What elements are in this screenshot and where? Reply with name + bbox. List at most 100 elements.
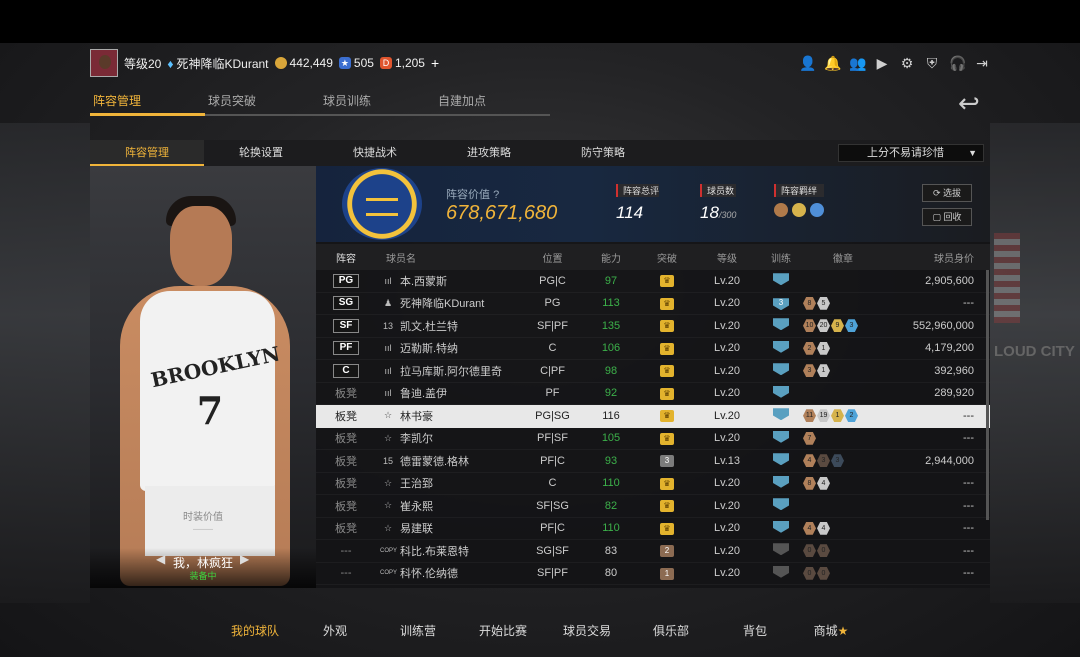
subtab-quick-tactics[interactable]: 快捷战术	[318, 140, 432, 166]
nav-my-team[interactable]: 我的球队	[215, 622, 295, 644]
player-name-cell: ☆ 易建联	[376, 520, 522, 536]
player-value: ---	[963, 297, 974, 310]
nav-training-camp[interactable]: 训练营	[375, 622, 461, 644]
player-position: C	[548, 342, 557, 355]
table-row[interactable]: 板凳 ☆ 林书豪 PG|SG 116 ♛ Lv.20 11 19 1 2 ---	[316, 405, 990, 428]
badge-icon: 3	[817, 454, 830, 468]
player-value: 289,920	[934, 387, 974, 400]
player-name-cell: COPY 科怀.伦纳德	[376, 565, 522, 581]
table-row[interactable]: PG ııl 本.西蒙斯 PG|C 97 ♛ Lv.20 2,905,600	[316, 270, 990, 293]
subtab-defense[interactable]: 防守策略	[546, 140, 660, 166]
subtab-rotation[interactable]: 轮换设置	[204, 140, 318, 166]
breakthrough-level: 1	[660, 567, 674, 580]
bench-label: 板凳	[335, 410, 357, 423]
nav-backpack[interactable]: 背包	[713, 622, 797, 644]
player-value: ---	[963, 544, 974, 557]
player-value: 2,905,600	[925, 274, 974, 287]
lineup-slot: C	[316, 363, 376, 378]
next-outfit-arrow-icon[interactable]: ▶	[240, 552, 249, 566]
breakthrough-cell: 1	[639, 567, 695, 580]
tab-training[interactable]: 球员训练	[320, 92, 435, 116]
breakthrough-cell: ♛	[639, 409, 695, 423]
table-row[interactable]: --- COPY 科怀.伦纳德 SF|PF 80 1 Lv.20 0 0 ---	[316, 563, 990, 585]
breakthrough-cell: ♛	[639, 274, 695, 288]
add-currency-button[interactable]: +	[431, 55, 439, 71]
table-row[interactable]: SF 13 凯文.杜兰特 SF|PF 135 ♛ Lv.20 10 20 9 3 552,960,00…	[316, 315, 990, 338]
table-row[interactable]: 板凳 ☆ 易建联 PF|C 110 ♛ Lv.20 4 4 ---	[316, 518, 990, 540]
badge-icon: 0	[817, 566, 830, 580]
badge-icon: 3	[845, 319, 858, 333]
table-scrollbar[interactable]	[986, 270, 989, 520]
bell-icon[interactable]: 🔔	[824, 55, 841, 71]
player-position: PG	[544, 297, 561, 310]
nav-club[interactable]: 俱乐部	[629, 622, 713, 644]
table-row[interactable]: --- COPY 科比.布莱恩特 SG|SF 83 2 Lv.20 0 0 ---	[316, 540, 990, 563]
lineup-slot: 板凳	[316, 498, 376, 514]
table-row[interactable]: 板凳 ☆ 李凯尔 PF|SF 105 ♛ Lv.20 7 ---	[316, 428, 990, 450]
training-cell	[759, 318, 803, 333]
tab-lineup[interactable]: 阵容管理	[90, 92, 205, 116]
lineup-rating: 阵容总评 114	[616, 184, 660, 223]
tab-custom-points[interactable]: 自建加点	[435, 92, 550, 116]
table-row[interactable]: PF ııl 迈勒斯.特纳 C 106 ♛ Lv.20 2 1 4,179,200	[316, 338, 990, 360]
bench-label: ---	[340, 567, 352, 580]
lineup-bond-label: 阵容羁绊	[774, 184, 824, 197]
avatar[interactable]	[90, 49, 118, 77]
col-ability: 能力	[601, 253, 621, 265]
player-level: Lv.20	[713, 522, 741, 535]
lineup-summary: 阵容价值 ? 678,671,680 阵容总评 114 球员数 18/300 阵…	[316, 166, 990, 242]
shield-icon[interactable]: ⛨	[924, 55, 940, 71]
table-row[interactable]: 板凳 ııl 鲁迪.盖伊 PF 92 ♛ Lv.20 289,920	[316, 383, 990, 405]
table-row[interactable]: 板凳 ☆ 崔永熙 SF|SG 82 ♛ Lv.20 ---	[316, 495, 990, 518]
training-cell	[759, 430, 803, 446]
player-level: Lv.13	[713, 454, 741, 467]
breakthrough-level: 2	[660, 545, 674, 558]
help-icon[interactable]: ?	[493, 189, 499, 201]
video-icon[interactable]: ▶	[874, 55, 890, 71]
lineup-slot: 板凳	[316, 385, 376, 401]
table-header: 阵容 球员名 位置 能力 突破 等级 训练 徽章 球员身价	[316, 244, 990, 270]
badge-icon: 5	[817, 296, 830, 310]
player-value: ---	[963, 499, 974, 512]
player-name: 凯文.杜兰特	[400, 320, 459, 333]
nav-start-game[interactable]: 开始比赛	[461, 622, 545, 644]
recycle-button[interactable]: ▢ 回收	[922, 208, 972, 226]
gear-icon[interactable]: ⚙	[899, 55, 915, 71]
player-count: 球员数 18/300	[700, 184, 737, 223]
table-row[interactable]: SG ♟ 死神降临KDurant PG 113 ♛ Lv.20 3 8 5 ---	[316, 293, 990, 315]
nav-appearance[interactable]: 外观	[295, 622, 375, 644]
friends-icon[interactable]: 👥	[849, 55, 866, 71]
table-row[interactable]: Cııl 拉马库斯.阿尔德里奇 C|PF 98 ♛ Lv.20 3 1 392,960	[316, 360, 990, 383]
training-shield-icon	[773, 520, 789, 533]
player-value: ---	[963, 477, 974, 490]
back-arrow-icon[interactable]: ↩	[958, 88, 980, 119]
headset-icon[interactable]: 🎧	[949, 55, 966, 71]
col-breakthrough: 突破	[657, 253, 677, 265]
table-row[interactable]: 板凳 ☆ 王治郅 C 110 ♛ Lv.20 8 4 ---	[316, 473, 990, 495]
player-ability: 110	[602, 522, 620, 535]
nav-player-trade[interactable]: 球员交易	[545, 622, 629, 644]
profile-icon[interactable]: 👤	[799, 55, 816, 71]
nav-store[interactable]: 商城★	[797, 622, 865, 644]
lineup-rating-value: 114	[616, 203, 644, 222]
player-level: Lv.20	[713, 274, 741, 287]
bond-icons[interactable]	[774, 203, 824, 217]
badges-cell: 11 19 1 2	[803, 409, 883, 423]
exit-icon[interactable]: ⇥	[974, 55, 990, 71]
table-row[interactable]: 板凳 15 德雷蒙德.格林 PF|C 93 3 Lv.13 4 3 3 2,944,000	[316, 450, 990, 473]
subtab-lineup[interactable]: 阵容管理	[90, 140, 204, 166]
position-badge: SG	[333, 296, 359, 311]
training-cell	[759, 475, 803, 491]
tab-breakthrough[interactable]: 球员突破	[205, 92, 320, 116]
training-cell	[759, 273, 803, 288]
player-position: C|PF	[540, 364, 565, 377]
crown-icon: ♛	[660, 365, 674, 378]
crown-icon: ♛	[660, 342, 674, 355]
bench-label: 板凳	[335, 500, 357, 513]
col-level: 等级	[717, 253, 737, 265]
arena-sign: LOUD CITY	[994, 343, 1075, 360]
player-name: 德雷蒙德.格林	[400, 455, 470, 468]
subtab-offense[interactable]: 进攻策略	[432, 140, 546, 166]
select-button[interactable]: ⟳ 选拔	[922, 184, 972, 202]
lineup-select-dropdown[interactable]: 上分不易请珍惜 ▼	[838, 144, 984, 162]
